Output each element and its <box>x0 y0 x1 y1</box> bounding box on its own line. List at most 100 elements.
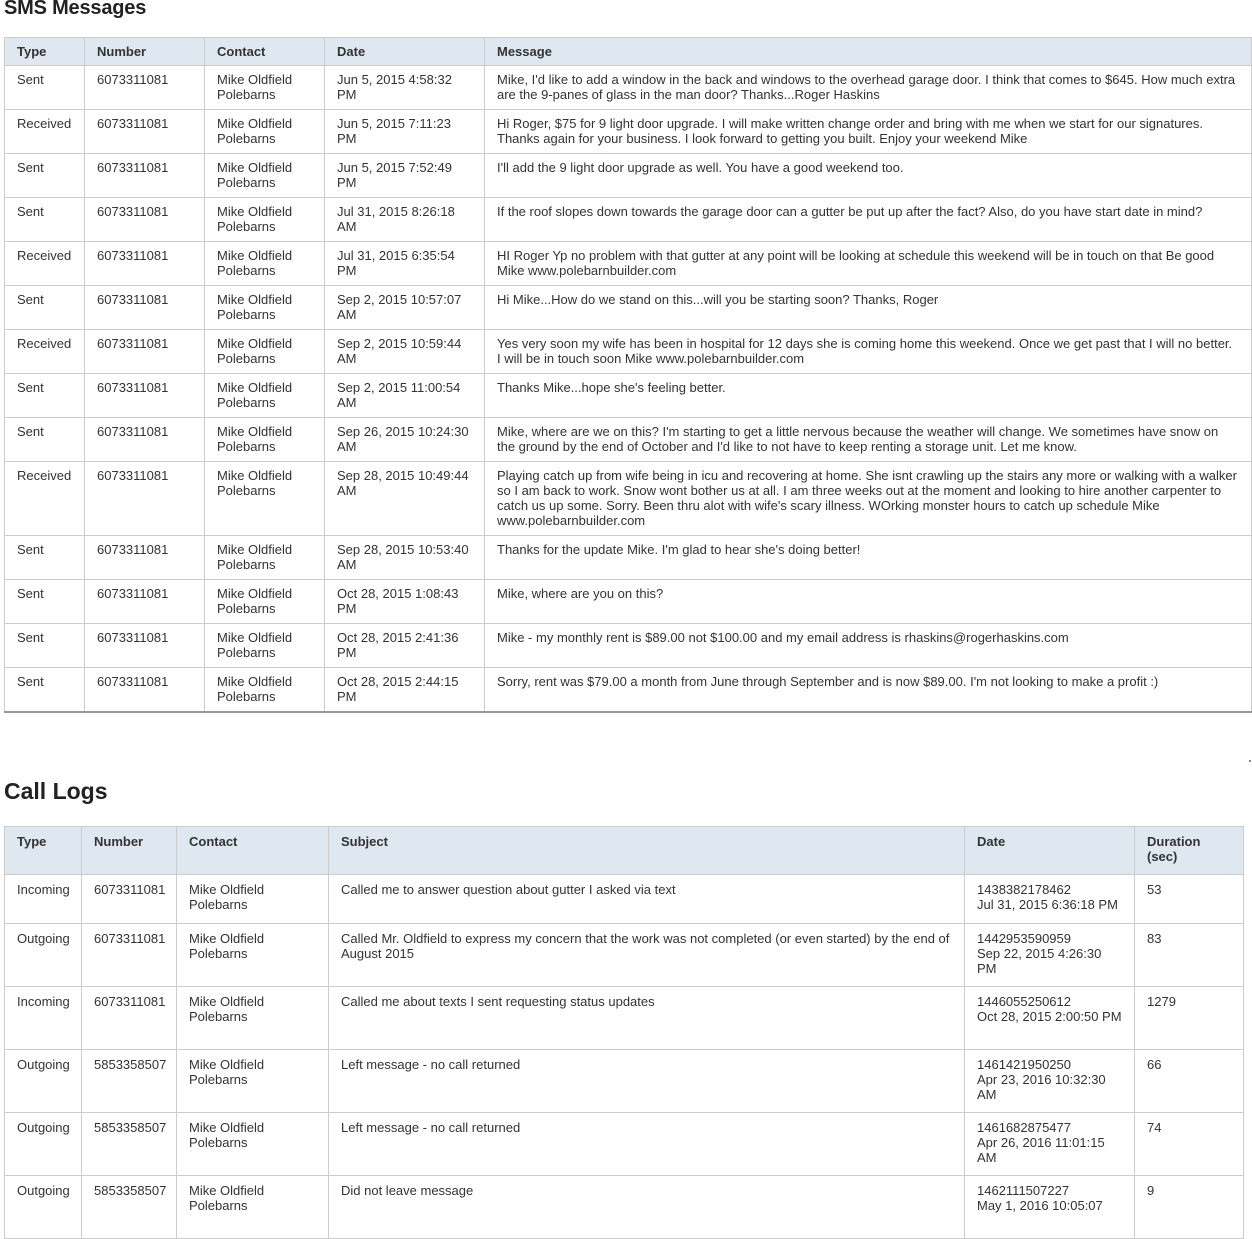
call-number-cell: 6073311081 <box>81 923 177 987</box>
sms-col-number[interactable]: Number <box>84 37 205 66</box>
sms-row: Sent 6073311081 Mike Oldfield Polebarns Oct… <box>4 667 1252 713</box>
call-duration-cell: 74 <box>1134 1112 1244 1176</box>
sms-contact-cell: Mike Oldfield Polebarns <box>204 623 325 668</box>
sms-contact-cell: Mike Oldfield Polebarns <box>204 109 325 154</box>
sms-contact-cell: Mike Oldfield Polebarns <box>204 535 325 580</box>
call-date-cell: 1446055250612 Oct 28, 2015 2:00:50 PM <box>964 986 1135 1050</box>
sms-type-cell: Received <box>4 461 85 536</box>
sms-row: Sent 6073311081 Mike Oldfield Polebarns Oct… <box>4 579 1252 624</box>
sms-message-cell: Thanks for the update Mike. I'm glad to … <box>484 535 1252 580</box>
sms-number-cell: 6073311081 <box>84 197 205 242</box>
sms-row: Sent 6073311081 Mike Oldfield Polebarns Jun… <box>4 153 1252 198</box>
call-type-cell: Incoming <box>4 986 82 1050</box>
call-timestamp: 1438382178462 <box>977 882 1071 897</box>
sms-type-cell: Sent <box>4 153 85 198</box>
sms-type-cell: Sent <box>4 579 85 624</box>
call-timestamp: 1446055250612 <box>977 994 1071 1009</box>
call-date-text: Jul 31, 2015 6:36:18 PM <box>977 897 1118 912</box>
sms-row: Sent 6073311081 Mike Oldfield Polebarns Sep… <box>4 417 1252 462</box>
sms-date-cell: Oct 28, 2015 1:08:43 PM <box>324 579 485 624</box>
call-date-cell: 1442953590959 Sep 22, 2015 4:26:30 PM <box>964 923 1135 987</box>
sms-date-cell: Sep 2, 2015 11:00:54 AM <box>324 373 485 418</box>
calls-col-date[interactable]: Date <box>964 826 1135 875</box>
call-date-text: May 1, 2016 10:05:07 <box>977 1198 1103 1213</box>
call-date-text: Apr 26, 2016 11:01:15 AM <box>977 1135 1105 1165</box>
sms-type-cell: Sent <box>4 373 85 418</box>
sms-row: Received 6073311081 Mike Oldfield Polebarn… <box>4 461 1252 536</box>
sms-number-cell: 6073311081 <box>84 623 205 668</box>
call-number-cell: 6073311081 <box>81 874 177 924</box>
sms-row: Sent 6073311081 Mike Oldfield Polebarns Oct… <box>4 623 1252 668</box>
sms-number-cell: 6073311081 <box>84 329 205 374</box>
sms-message-cell: Yes very soon my wife has been in hospit… <box>484 329 1252 374</box>
sms-message-cell: I'll add the 9 light door upgrade as wel… <box>484 153 1252 198</box>
sms-type-cell: Received <box>4 109 85 154</box>
sms-number-cell: 6073311081 <box>84 241 205 286</box>
calls-col-number[interactable]: Number <box>81 826 177 875</box>
call-duration-cell: 9 <box>1134 1175 1244 1239</box>
sms-number-cell: 6073311081 <box>84 109 205 154</box>
call-log-row: Outgoing 5853358507 Mike Oldfield Polebarn… <box>4 1175 1244 1239</box>
call-log-row: Incoming 6073311081 Mike Oldfield Polebarn… <box>4 986 1244 1050</box>
sms-row: Sent 6073311081 Mike Oldfield Polebarns Sep… <box>4 285 1252 330</box>
call-type-cell: Outgoing <box>4 1175 82 1239</box>
sms-col-contact[interactable]: Contact <box>204 37 325 66</box>
sms-contact-cell: Mike Oldfield Polebarns <box>204 373 325 418</box>
call-type-cell: Outgoing <box>4 1049 82 1113</box>
sms-message-cell: Sorry, rent was $79.00 a month from June… <box>484 667 1252 713</box>
sms-message-cell: Hi Mike...How do we stand on this...will… <box>484 285 1252 330</box>
calls-col-contact[interactable]: Contact <box>176 826 329 875</box>
call-log-row: Outgoing 5853358507 Mike Oldfield Polebarn… <box>4 1112 1244 1176</box>
sms-col-message[interactable]: Message <box>484 37 1252 66</box>
call-number-cell: 5853358507 <box>81 1112 177 1176</box>
call-number-cell: 5853358507 <box>81 1175 177 1239</box>
sms-type-cell: Received <box>4 329 85 374</box>
call-number-cell: 6073311081 <box>81 986 177 1050</box>
sms-col-type[interactable]: Type <box>4 37 85 66</box>
stray-mark <box>1249 760 1251 762</box>
call-date-text: Apr 23, 2016 10:32:30 AM <box>977 1072 1106 1102</box>
sms-contact-cell: Mike Oldfield Polebarns <box>204 241 325 286</box>
sms-number-cell: 6073311081 <box>84 153 205 198</box>
sms-date-cell: Sep 28, 2015 10:49:44 AM <box>324 461 485 536</box>
call-logs-table: Type Number Contact Subject Date Duratio… <box>4 826 1244 1239</box>
sms-col-date[interactable]: Date <box>324 37 485 66</box>
call-log-row: Outgoing 5853358507 Mike Oldfield Polebarn… <box>4 1049 1244 1113</box>
calls-col-subject[interactable]: Subject <box>328 826 965 875</box>
sms-date-cell: Sep 26, 2015 10:24:30 AM <box>324 417 485 462</box>
calls-col-type[interactable]: Type <box>4 826 82 875</box>
sms-message-cell: If the roof slopes down towards the gara… <box>484 197 1252 242</box>
call-timestamp: 1461421950250 <box>977 1057 1071 1072</box>
call-date-cell: 1462111507227 May 1, 2016 10:05:07 <box>964 1175 1135 1239</box>
sms-contact-cell: Mike Oldfield Polebarns <box>204 461 325 536</box>
sms-date-cell: Jun 5, 2015 7:52:49 PM <box>324 153 485 198</box>
call-duration-cell: 66 <box>1134 1049 1244 1113</box>
sms-number-cell: 6073311081 <box>84 667 205 713</box>
sms-number-cell: 6073311081 <box>84 461 205 536</box>
sms-date-cell: Sep 2, 2015 10:59:44 AM <box>324 329 485 374</box>
sms-type-cell: Sent <box>4 535 85 580</box>
call-subject-cell: Called me to answer question about gutte… <box>328 874 965 924</box>
call-date-cell: 1461421950250 Apr 23, 2016 10:32:30 AM <box>964 1049 1135 1113</box>
call-date-cell: 1438382178462 Jul 31, 2015 6:36:18 PM <box>964 874 1135 924</box>
sms-type-cell: Sent <box>4 65 85 110</box>
sms-number-cell: 6073311081 <box>84 65 205 110</box>
call-timestamp: 1462111507227 <box>977 1183 1070 1198</box>
sms-date-cell: Oct 28, 2015 2:44:15 PM <box>324 667 485 713</box>
sms-date-cell: Jul 31, 2015 8:26:18 AM <box>324 197 485 242</box>
call-duration-cell: 1279 <box>1134 986 1244 1050</box>
sms-section-title: SMS Messages <box>4 0 147 19</box>
sms-type-cell: Received <box>4 241 85 286</box>
sms-date-cell: Oct 28, 2015 2:41:36 PM <box>324 623 485 668</box>
call-logs-section-title: Call Logs <box>4 778 108 804</box>
sms-message-cell: Mike, where are we on this? I'm starting… <box>484 417 1252 462</box>
sms-row: Sent 6073311081 Mike Oldfield Polebarns Jul… <box>4 197 1252 242</box>
call-contact-cell: Mike Oldfield Polebarns <box>176 1112 329 1176</box>
sms-number-cell: 6073311081 <box>84 373 205 418</box>
call-number-cell: 5853358507 <box>81 1049 177 1113</box>
sms-message-cell: Playing catch up from wife being in icu … <box>484 461 1252 536</box>
sms-date-cell: Jun 5, 2015 4:58:32 PM <box>324 65 485 110</box>
calls-col-duration[interactable]: Duration (sec) <box>1134 826 1244 875</box>
call-type-cell: Outgoing <box>4 923 82 987</box>
sms-message-cell: Mike - my monthly rent is $89.00 not $10… <box>484 623 1252 668</box>
